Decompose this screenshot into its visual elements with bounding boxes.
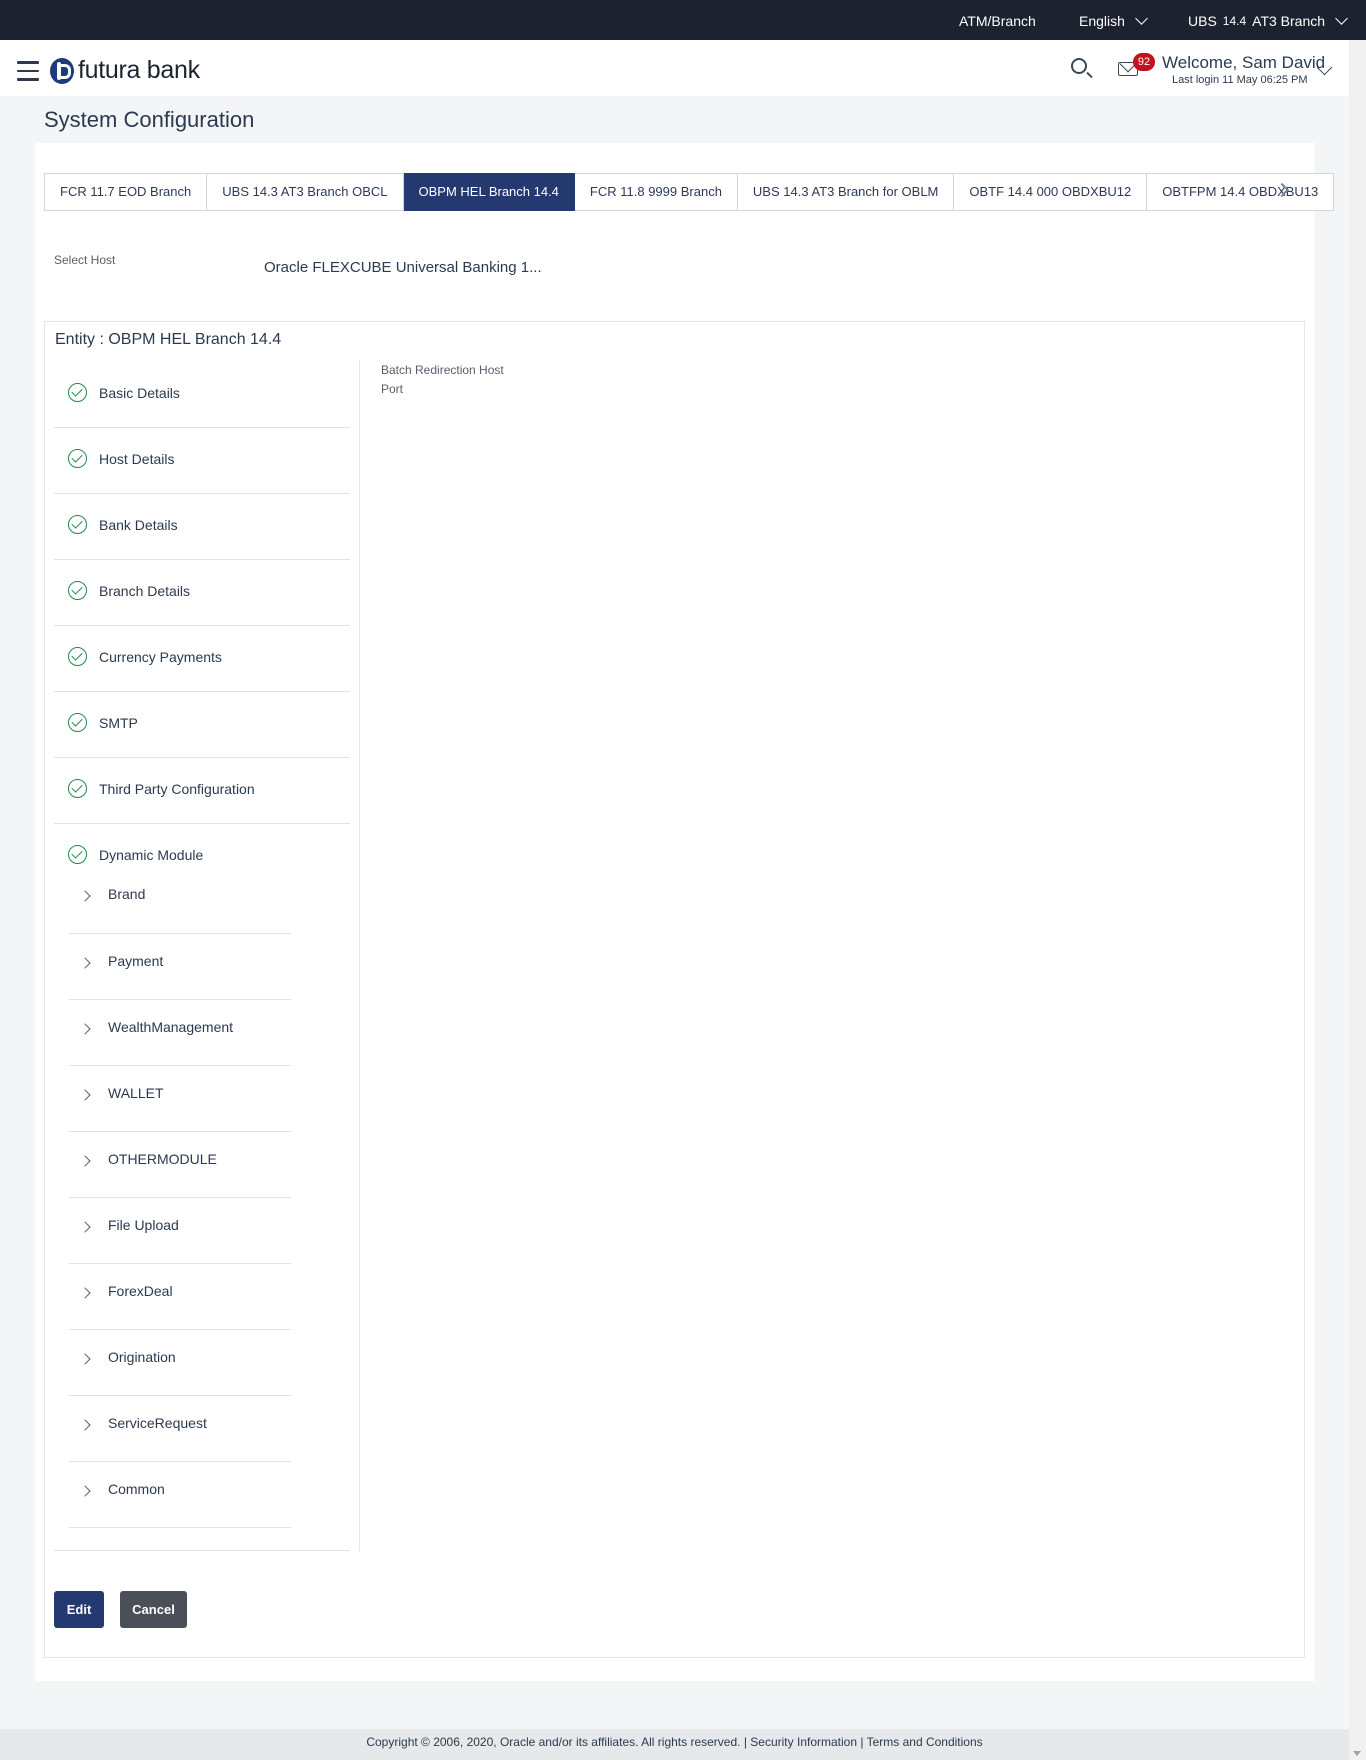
location-selector[interactable]: ATM/Branch [959,13,1036,29]
step-label: Host Details [99,451,175,467]
chevron-right-icon [79,1485,91,1497]
footer: Copyright © 2006, 2020, Oracle and/or it… [0,1729,1349,1760]
select-host-label: Select Host [54,253,116,267]
chevron-right-icon [79,1353,91,1365]
check-circle-icon [68,779,87,798]
chevron-right-icon [79,1221,91,1233]
module-label: Common [108,1481,165,1497]
entity-version: 14.4 [1222,14,1247,28]
step-branch-details[interactable]: Branch Details [54,560,350,626]
chevron-right-icon [79,890,91,902]
step-basic-details[interactable]: Basic Details [54,362,350,428]
module-label: Origination [108,1349,176,1365]
entity-title: Entity : OBPM HEL Branch 14.4 [55,331,282,348]
step-label: Bank Details [99,517,178,533]
step-label: SMTP [99,715,138,731]
check-circle-icon [68,449,87,468]
notification-badge[interactable]: 92 [1133,53,1155,71]
step-label: Currency Payments [99,649,222,665]
module-servicerequest[interactable]: ServiceRequest [69,1396,291,1462]
menu-icon[interactable] [17,61,39,81]
module-forexdeal[interactable]: ForexDeal [69,1264,291,1330]
tab-ubs-14-3-obcl[interactable]: UBS 14.3 AT3 Branch OBCL [207,173,404,211]
module-othermodule[interactable]: OTHERMODULE [69,1132,291,1198]
panel-divider [359,360,360,1551]
tab-obpm-hel[interactable]: OBPM HEL Branch 14.4 [403,173,575,211]
tab-fcr-11-7[interactable]: FCR 11.7 EOD Branch [44,173,208,211]
tab-obtf-14-4[interactable]: OBTF 14.4 000 OBDXBU12 [954,173,1148,211]
futura-logo-icon [50,57,74,84]
module-brand[interactable]: Brand [69,867,291,934]
app-header: futura bank 92 Welcome, Sam David Last l… [0,40,1349,96]
check-circle-icon [68,515,87,534]
language-label: English [1079,13,1125,29]
page-title: System Configuration [44,107,255,132]
chevron-right-icon [79,1287,91,1299]
module-label: OTHERMODULE [108,1151,217,1167]
step-host-details[interactable]: Host Details [54,428,350,494]
entity-prefix: UBS [1188,13,1217,29]
module-label: ForexDeal [108,1283,173,1299]
step-bank-details[interactable]: Bank Details [54,494,350,560]
security-information-link[interactable]: Security Information [750,1735,857,1749]
module-label: ServiceRequest [108,1415,207,1431]
batch-redirection-host-label: Batch Redirection Host [381,363,504,377]
chevron-right-icon [79,1155,91,1167]
step-label: Basic Details [99,385,180,401]
cancel-button[interactable]: Cancel [120,1591,187,1628]
step-currency-payments[interactable]: Currency Payments [54,626,350,692]
dynamic-module-list: Brand Payment WealthManagement WALLET OT… [69,873,291,1528]
module-label: WALLET [108,1085,164,1101]
step-third-party-configuration[interactable]: Third Party Configuration [54,758,350,824]
check-circle-icon [68,713,87,732]
entity-selector[interactable]: UBS 14.4 AT3 Branch [1188,12,1348,29]
chevron-right-icon [79,1089,91,1101]
page-scrollbar[interactable] [1349,40,1366,1760]
module-wealthmanagement[interactable]: WealthManagement [69,1000,291,1066]
welcome-text[interactable]: Welcome, Sam David [1162,53,1325,73]
module-label: WealthManagement [108,1019,234,1035]
config-steps: Basic Details Host Details Bank Details … [54,362,350,880]
terms-and-conditions-link[interactable]: Terms and Conditions [867,1735,983,1749]
module-label: Payment [108,953,164,969]
port-label: Port [381,382,404,396]
check-circle-icon [68,581,87,600]
step-label: Third Party Configuration [99,781,255,797]
check-circle-icon [68,383,87,402]
last-login: Last login 11 May 06:25 PM [1172,74,1308,86]
top-bar: ATM/Branch English UBS 14.4 AT3 Branch [0,0,1366,40]
chevron-right-icon [79,1023,91,1035]
brand-logo[interactable]: futura bank [50,56,200,85]
step-label: Branch Details [99,583,191,599]
location-label: ATM/Branch [959,13,1036,29]
check-circle-icon [68,845,87,864]
steps-bottom-divider [54,1550,350,1551]
module-common[interactable]: Common [69,1462,291,1528]
module-label: Brand [108,886,146,902]
entity-suffix: AT3 Branch [1252,13,1326,29]
chevron-right-icon [79,1419,91,1431]
entity-tabs: FCR 11.7 EOD Branch UBS 14.3 AT3 Branch … [44,173,1335,211]
chevron-right-icon [79,957,91,969]
chevron-down-icon [1335,12,1348,25]
scroll-down-arrow-icon[interactable] [1353,1751,1361,1756]
brand-name: futura bank [78,56,200,84]
module-wallet[interactable]: WALLET [69,1066,291,1132]
search-icon[interactable] [1071,58,1087,74]
step-label: Dynamic Module [99,847,204,863]
module-file-upload[interactable]: File Upload [69,1198,291,1264]
select-host-dropdown[interactable]: Oracle FLEXCUBE Universal Banking 1... [264,259,542,276]
tab-ubs-14-3-oblm[interactable]: UBS 14.3 AT3 Branch for OBLM [737,173,955,211]
tab-fcr-11-8[interactable]: FCR 11.8 9999 Branch [574,173,738,211]
copyright-text: Copyright © 2006, 2020, Oracle and/or it… [366,1735,741,1749]
module-payment[interactable]: Payment [69,934,291,1000]
module-origination[interactable]: Origination [69,1330,291,1396]
chevron-down-icon [1135,12,1148,25]
module-label: File Upload [108,1217,179,1233]
edit-button[interactable]: Edit [54,1591,104,1628]
language-selector[interactable]: English [1079,12,1148,29]
check-circle-icon [68,647,87,666]
step-smtp[interactable]: SMTP [54,692,350,758]
tab-obtfpm-14-4[interactable]: OBTFPM 14.4 OBDXBU13 [1147,173,1335,211]
